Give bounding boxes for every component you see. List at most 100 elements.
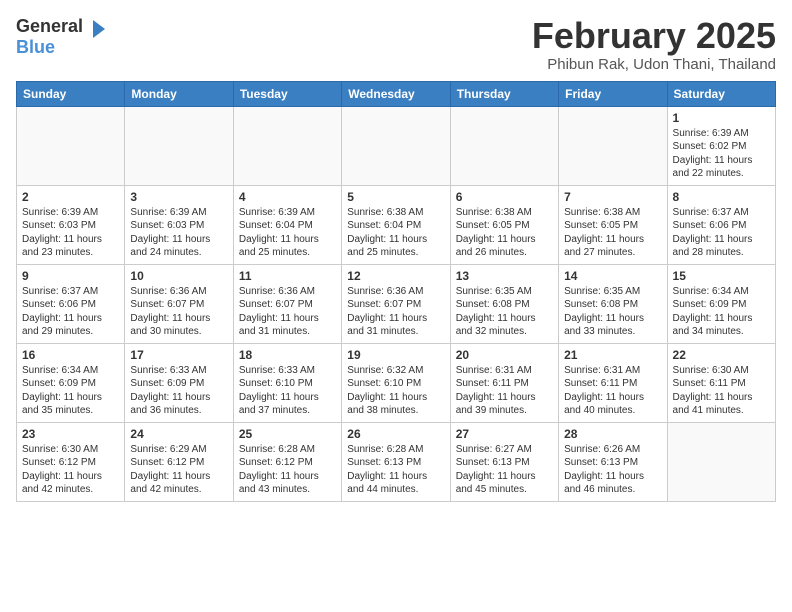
calendar-cell: 1 Sunrise: 6:39 AM Sunset: 6:02 PM Daylig… (667, 106, 775, 185)
day-info: Sunrise: 6:35 AM Sunset: 6:08 PM Dayligh… (564, 285, 661, 339)
day-number: 3 (130, 190, 227, 204)
calendar-cell: 23Sunrise: 6:30 AM Sunset: 6:12 PM Dayli… (17, 422, 125, 501)
calendar-cell: 6 Sunrise: 6:38 AM Sunset: 6:05 PM Daylig… (450, 185, 558, 264)
day-number: 19 (347, 348, 444, 362)
calendar-cell: 11 Sunrise: 6:36 AM Sunset: 6:07 PM Dayli… (233, 264, 341, 343)
day-number: 27 (456, 427, 553, 441)
day-number: 10 (130, 269, 227, 283)
calendar-cell: 5 Sunrise: 6:38 AM Sunset: 6:04 PM Daylig… (342, 185, 450, 264)
calendar-cell: 22 Sunrise: 6:30 AM Sunset: 6:11 PM Dayli… (667, 343, 775, 422)
calendar-cell: 8Sunrise: 6:37 AM Sunset: 6:06 PM Daylig… (667, 185, 775, 264)
day-info: Sunrise: 6:39 AM Sunset: 6:03 PM Dayligh… (22, 206, 119, 260)
weekday-header-wednesday: Wednesday (342, 81, 450, 106)
day-info: Sunrise: 6:38 AM Sunset: 6:05 PM Dayligh… (456, 206, 553, 260)
day-number: 22 (673, 348, 770, 362)
calendar-week-row: 9Sunrise: 6:37 AM Sunset: 6:06 PM Daylig… (17, 264, 776, 343)
weekday-header-row: SundayMondayTuesdayWednesdayThursdayFrid… (17, 81, 776, 106)
day-number: 21 (564, 348, 661, 362)
calendar-cell: 28 Sunrise: 6:26 AM Sunset: 6:13 PM Dayli… (559, 422, 667, 501)
day-info: Sunrise: 6:32 AM Sunset: 6:10 PM Dayligh… (347, 364, 444, 418)
day-number: 11 (239, 269, 336, 283)
day-number: 6 (456, 190, 553, 204)
calendar-cell: 12 Sunrise: 6:36 AM Sunset: 6:07 PM Dayli… (342, 264, 450, 343)
calendar-table: SundayMondayTuesdayWednesdayThursdayFrid… (16, 81, 776, 502)
day-info: Sunrise: 6:36 AM Sunset: 6:07 PM Dayligh… (239, 285, 336, 339)
day-info: Sunrise: 6:39 AM Sunset: 6:02 PM Dayligh… (673, 127, 770, 181)
calendar-cell (667, 422, 775, 501)
calendar-cell: 18 Sunrise: 6:33 AM Sunset: 6:10 PM Dayli… (233, 343, 341, 422)
location: Phibun Rak, Udon Thani, Thailand (532, 56, 776, 73)
calendar-cell: 4 Sunrise: 6:39 AM Sunset: 6:04 PM Daylig… (233, 185, 341, 264)
day-info: Sunrise: 6:30 AM Sunset: 6:11 PM Dayligh… (673, 364, 770, 418)
calendar-week-row: 16Sunrise: 6:34 AM Sunset: 6:09 PM Dayli… (17, 343, 776, 422)
day-info: Sunrise: 6:26 AM Sunset: 6:13 PM Dayligh… (564, 443, 661, 497)
day-number: 16 (22, 348, 119, 362)
day-number: 2 (22, 190, 119, 204)
month-year: February 2025 (532, 16, 776, 56)
weekday-header-friday: Friday (559, 81, 667, 106)
logo-text-general: General (16, 16, 83, 36)
weekday-header-thursday: Thursday (450, 81, 558, 106)
day-number: 26 (347, 427, 444, 441)
logo: General Blue (16, 16, 107, 58)
day-info: Sunrise: 6:38 AM Sunset: 6:04 PM Dayligh… (347, 206, 444, 260)
calendar-cell: 13Sunrise: 6:35 AM Sunset: 6:08 PM Dayli… (450, 264, 558, 343)
day-info: Sunrise: 6:27 AM Sunset: 6:13 PM Dayligh… (456, 443, 553, 497)
calendar-cell (17, 106, 125, 185)
day-number: 14 (564, 269, 661, 283)
day-number: 15 (673, 269, 770, 283)
day-number: 25 (239, 427, 336, 441)
day-number: 7 (564, 190, 661, 204)
day-info: Sunrise: 6:28 AM Sunset: 6:12 PM Dayligh… (239, 443, 336, 497)
day-info: Sunrise: 6:36 AM Sunset: 6:07 PM Dayligh… (130, 285, 227, 339)
logo-icon (85, 18, 107, 40)
day-number: 1 (673, 111, 770, 125)
day-number: 18 (239, 348, 336, 362)
calendar-cell: 20 Sunrise: 6:31 AM Sunset: 6:11 PM Dayli… (450, 343, 558, 422)
day-number: 28 (564, 427, 661, 441)
day-number: 24 (130, 427, 227, 441)
calendar-cell: 10 Sunrise: 6:36 AM Sunset: 6:07 PM Dayli… (125, 264, 233, 343)
day-info: Sunrise: 6:30 AM Sunset: 6:12 PM Dayligh… (22, 443, 119, 497)
day-number: 4 (239, 190, 336, 204)
calendar-cell: 3 Sunrise: 6:39 AM Sunset: 6:03 PM Daylig… (125, 185, 233, 264)
day-info: Sunrise: 6:38 AM Sunset: 6:05 PM Dayligh… (564, 206, 661, 260)
calendar-cell: 9Sunrise: 6:37 AM Sunset: 6:06 PM Daylig… (17, 264, 125, 343)
day-info: Sunrise: 6:33 AM Sunset: 6:09 PM Dayligh… (130, 364, 227, 418)
day-number: 12 (347, 269, 444, 283)
calendar-cell: 24Sunrise: 6:29 AM Sunset: 6:12 PM Dayli… (125, 422, 233, 501)
day-info: Sunrise: 6:37 AM Sunset: 6:06 PM Dayligh… (22, 285, 119, 339)
calendar-cell (450, 106, 558, 185)
calendar-cell: 15 Sunrise: 6:34 AM Sunset: 6:09 PM Dayli… (667, 264, 775, 343)
day-info: Sunrise: 6:31 AM Sunset: 6:11 PM Dayligh… (564, 364, 661, 418)
calendar-cell: 26Sunrise: 6:28 AM Sunset: 6:13 PM Dayli… (342, 422, 450, 501)
day-number: 17 (130, 348, 227, 362)
weekday-header-saturday: Saturday (667, 81, 775, 106)
calendar-cell (342, 106, 450, 185)
title-block: February 2025 Phibun Rak, Udon Thani, Th… (532, 16, 776, 73)
calendar-cell: 27 Sunrise: 6:27 AM Sunset: 6:13 PM Dayli… (450, 422, 558, 501)
logo-text-blue: Blue (16, 37, 55, 57)
calendar-cell: 21 Sunrise: 6:31 AM Sunset: 6:11 PM Dayli… (559, 343, 667, 422)
day-info: Sunrise: 6:39 AM Sunset: 6:04 PM Dayligh… (239, 206, 336, 260)
calendar-cell: 17 Sunrise: 6:33 AM Sunset: 6:09 PM Dayli… (125, 343, 233, 422)
calendar-cell (233, 106, 341, 185)
calendar-cell (559, 106, 667, 185)
day-number: 5 (347, 190, 444, 204)
day-info: Sunrise: 6:31 AM Sunset: 6:11 PM Dayligh… (456, 364, 553, 418)
calendar-cell: 16Sunrise: 6:34 AM Sunset: 6:09 PM Dayli… (17, 343, 125, 422)
day-number: 20 (456, 348, 553, 362)
day-number: 8 (673, 190, 770, 204)
day-info: Sunrise: 6:36 AM Sunset: 6:07 PM Dayligh… (347, 285, 444, 339)
calendar-week-row: 2 Sunrise: 6:39 AM Sunset: 6:03 PM Daylig… (17, 185, 776, 264)
day-info: Sunrise: 6:34 AM Sunset: 6:09 PM Dayligh… (673, 285, 770, 339)
weekday-header-sunday: Sunday (17, 81, 125, 106)
calendar-cell: 19 Sunrise: 6:32 AM Sunset: 6:10 PM Dayli… (342, 343, 450, 422)
calendar-week-row: 1 Sunrise: 6:39 AM Sunset: 6:02 PM Daylig… (17, 106, 776, 185)
day-info: Sunrise: 6:33 AM Sunset: 6:10 PM Dayligh… (239, 364, 336, 418)
calendar-cell: 7 Sunrise: 6:38 AM Sunset: 6:05 PM Daylig… (559, 185, 667, 264)
calendar-week-row: 23Sunrise: 6:30 AM Sunset: 6:12 PM Dayli… (17, 422, 776, 501)
calendar-cell: 2 Sunrise: 6:39 AM Sunset: 6:03 PM Daylig… (17, 185, 125, 264)
day-info: Sunrise: 6:39 AM Sunset: 6:03 PM Dayligh… (130, 206, 227, 260)
day-info: Sunrise: 6:35 AM Sunset: 6:08 PM Dayligh… (456, 285, 553, 339)
